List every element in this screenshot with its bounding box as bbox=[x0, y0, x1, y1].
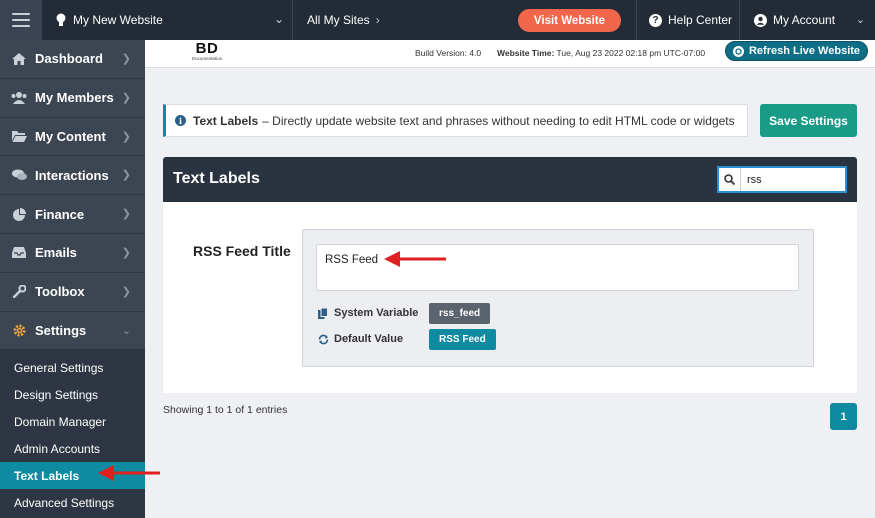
user-circle-icon bbox=[754, 13, 767, 27]
sidebar-item-label: Toolbox bbox=[35, 284, 85, 300]
field-label: RSS Feed Title bbox=[193, 243, 291, 259]
logo-text: BD bbox=[195, 40, 219, 57]
chevron-down-icon: ⌄ bbox=[855, 14, 865, 26]
sub-header: BD Documentation Build Version: 4.0 Webs… bbox=[145, 40, 875, 68]
comments-icon bbox=[11, 168, 27, 182]
sidebar-subitem-advanced-settings[interactable]: Advanced Settings bbox=[0, 489, 145, 516]
search-box bbox=[717, 166, 847, 193]
sidebar-item-label: Dashboard bbox=[35, 51, 103, 67]
sidebar-item-label: Interactions bbox=[35, 167, 109, 183]
question-circle-icon: ? bbox=[649, 13, 662, 27]
website-time: Website Time: Tue, Aug 23 2022 02:18 pm … bbox=[497, 48, 705, 58]
refresh-icon bbox=[732, 45, 744, 57]
all-sites-link[interactable]: All My Sites › bbox=[307, 13, 380, 27]
home-icon bbox=[11, 52, 27, 66]
sidebar-item-label: My Content bbox=[35, 128, 106, 144]
sidebar-item-interactions[interactable]: Interactions ❯ bbox=[0, 156, 145, 196]
chevron-right-icon: ❯ bbox=[121, 53, 131, 65]
wrench-icon bbox=[11, 285, 27, 299]
sync-icon bbox=[317, 333, 329, 345]
panel-header: Text Labels bbox=[163, 157, 857, 202]
sidebar-item-label: Finance bbox=[35, 206, 85, 222]
my-account-menu[interactable]: My Account ⌄ bbox=[739, 0, 875, 40]
default-value-label: Default Value bbox=[334, 333, 404, 345]
sidebar-item-settings[interactable]: Settings ⌄ bbox=[0, 311, 145, 351]
logo-subtext: Documentation bbox=[191, 56, 223, 61]
chevron-right-icon: ❯ bbox=[121, 169, 131, 182]
sidebar-subitem-design-settings[interactable]: Design Settings bbox=[0, 381, 145, 408]
system-variable-row: System Variable bbox=[317, 307, 418, 319]
info-icon: i bbox=[175, 115, 186, 126]
info-bar: i Text Labels – Directly update website … bbox=[163, 104, 748, 137]
settings-submenu: General Settings Design Settings Domain … bbox=[0, 350, 145, 516]
hamburger-menu-icon[interactable] bbox=[0, 0, 42, 40]
chevron-right-icon: ❯ bbox=[121, 285, 131, 298]
chevron-right-icon: ❯ bbox=[121, 91, 131, 104]
system-variable-badge[interactable]: rss_feed bbox=[429, 303, 491, 324]
pie-chart-icon bbox=[11, 207, 27, 221]
copy-icon bbox=[317, 307, 329, 319]
info-title: Text Labels bbox=[193, 113, 259, 128]
help-center-label: Help Center bbox=[668, 13, 733, 27]
entries-count: Showing 1 to 1 of 1 entries bbox=[163, 404, 288, 416]
chevron-down-icon: ⌄ bbox=[121, 324, 131, 337]
users-icon bbox=[11, 91, 27, 105]
gear-icon bbox=[11, 323, 27, 337]
chevron-down-icon: ⌄ bbox=[273, 12, 284, 26]
annotation-arrow-icon bbox=[98, 465, 160, 481]
sidebar-item-emails[interactable]: Emails ❯ bbox=[0, 233, 145, 273]
sidebar-item-label: Emails bbox=[35, 245, 77, 261]
search-icon bbox=[719, 168, 741, 191]
sidebar-item-dashboard[interactable]: Dashboard ❯ bbox=[0, 40, 145, 79]
panel-title: Text Labels bbox=[173, 170, 260, 187]
default-value-row: Default Value bbox=[317, 333, 403, 345]
website-time-value: Tue, Aug 23 2022 02:18 pm UTC-07:00 bbox=[556, 48, 706, 58]
chevron-right-icon: ❯ bbox=[121, 208, 131, 221]
sidebar-item-finance[interactable]: Finance ❯ bbox=[0, 195, 145, 234]
default-value-button[interactable]: RSS Feed bbox=[429, 329, 496, 350]
sidebar-item-my-content[interactable]: My Content ❯ bbox=[0, 117, 145, 157]
build-version: Build Version: 4.0 bbox=[415, 48, 482, 58]
sidebar-item-my-members[interactable]: My Members ❯ bbox=[0, 78, 145, 118]
search-input[interactable] bbox=[741, 173, 841, 186]
chevron-right-icon: › bbox=[375, 13, 380, 27]
sidebar-item-label: Settings bbox=[35, 322, 87, 338]
save-settings-button[interactable]: Save Settings bbox=[760, 104, 857, 137]
inbox-icon bbox=[11, 246, 27, 260]
sidebar-item-toolbox[interactable]: Toolbox ❯ bbox=[0, 272, 145, 312]
brand-logo[interactable]: BD Documentation bbox=[183, 41, 231, 65]
sidebar-subitem-admin-accounts[interactable]: Admin Accounts bbox=[0, 435, 145, 462]
all-sites-label: All My Sites bbox=[307, 13, 370, 27]
lightbulb-icon bbox=[56, 13, 66, 26]
panel-body: RSS Feed Title RSS Feed System Variable … bbox=[163, 202, 857, 393]
my-account-label: My Account bbox=[773, 13, 836, 27]
site-name: My New Website bbox=[73, 13, 163, 27]
info-text: – Directly update website text and phras… bbox=[262, 113, 735, 128]
system-variable-label: System Variable bbox=[334, 307, 419, 319]
visit-website-button[interactable]: Visit Website bbox=[518, 9, 621, 32]
top-bar: My New Website ⌄ All My Sites › Visit We… bbox=[0, 0, 875, 40]
annotation-arrow-icon bbox=[384, 251, 446, 267]
sidebar-subitem-general-settings[interactable]: General Settings bbox=[0, 354, 145, 381]
refresh-label: Refresh Live Website bbox=[748, 45, 861, 57]
sidebar-subitem-domain-manager[interactable]: Domain Manager bbox=[0, 408, 145, 435]
sidebar: Dashboard ❯ My Members ❯ My Content ❯ In… bbox=[0, 40, 145, 518]
chevron-right-icon: ❯ bbox=[121, 130, 131, 143]
help-center-link[interactable]: ? Help Center bbox=[636, 0, 739, 40]
folder-icon bbox=[11, 129, 27, 143]
website-time-label: Website Time: bbox=[497, 48, 555, 58]
sidebar-item-label: My Members bbox=[35, 90, 114, 106]
field-container: RSS Feed System Variable rss_feed Defaul… bbox=[302, 229, 814, 367]
site-selector[interactable]: My New Website ⌄ bbox=[42, 0, 293, 40]
pagination-page-1[interactable]: 1 bbox=[830, 403, 857, 430]
refresh-live-website-button[interactable]: Refresh Live Website bbox=[725, 41, 868, 61]
chevron-right-icon: ❯ bbox=[121, 246, 131, 259]
